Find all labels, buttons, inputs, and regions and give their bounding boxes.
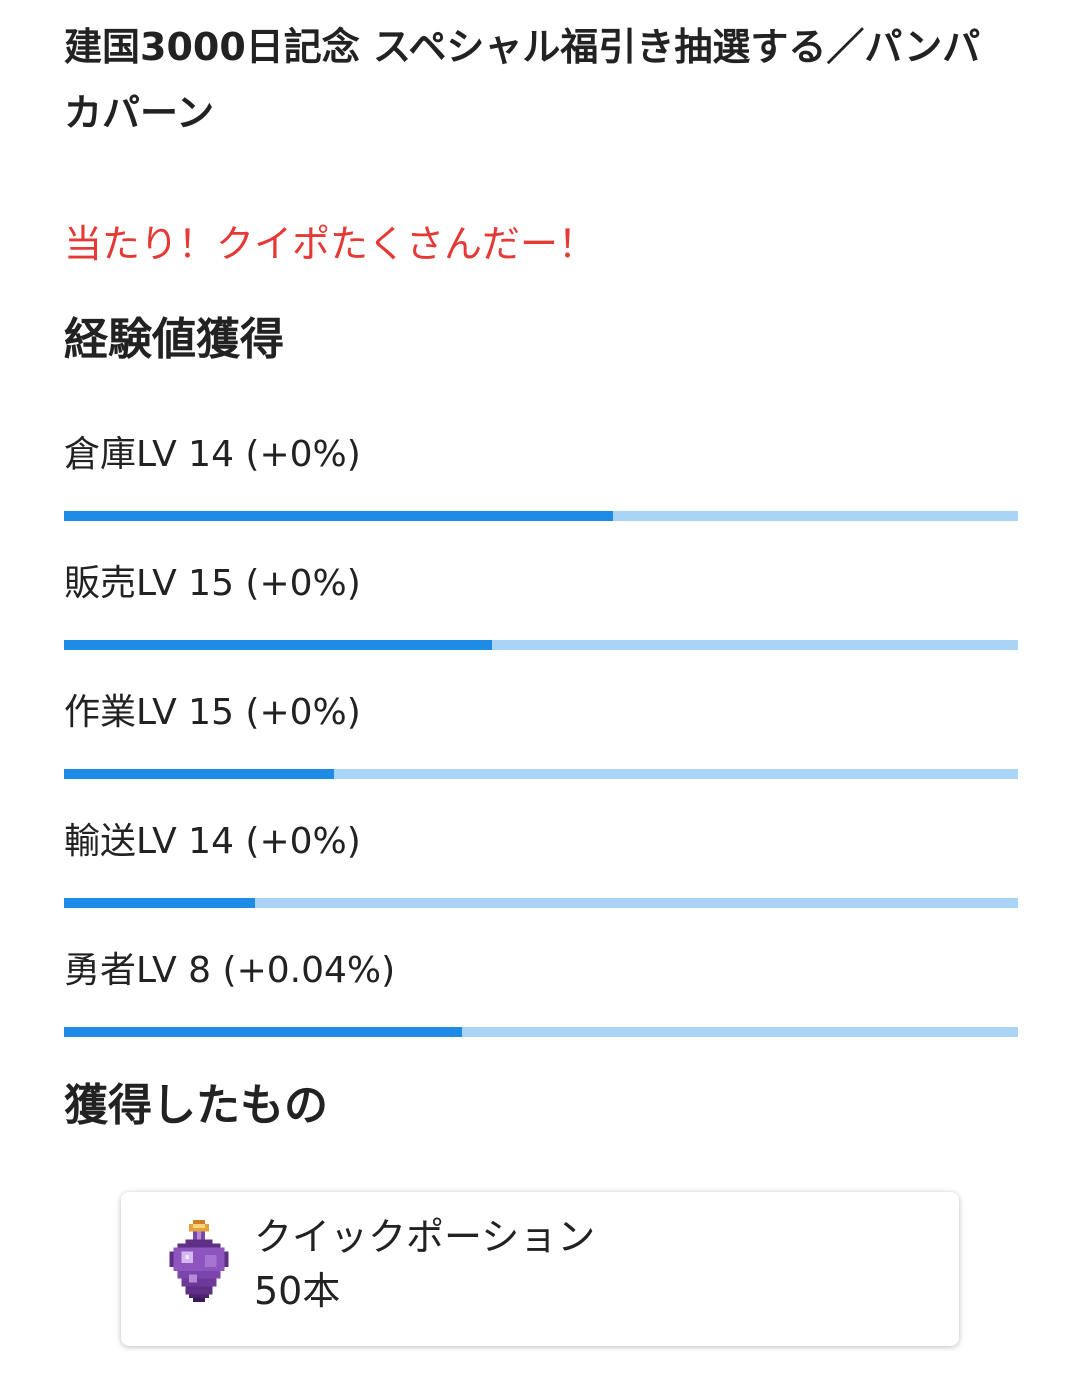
level-label: 作業LV 15 (+0%) bbox=[64, 692, 361, 733]
level-row-transport: 輸送LV 14 (+0%) bbox=[64, 817, 1018, 927]
level-progress-track bbox=[64, 898, 1018, 908]
level-progress-fill bbox=[64, 1027, 462, 1037]
item-quantity: 50本 bbox=[254, 1269, 341, 1313]
level-label: 販売LV 15 (+0%) bbox=[64, 563, 361, 604]
level-progress-fill bbox=[64, 898, 255, 908]
rewards-heading: 獲得したもの bbox=[64, 1080, 328, 1131]
level-label: 勇者LV 8 (+0.04%) bbox=[64, 950, 396, 991]
level-progress-track bbox=[64, 640, 1018, 650]
level-progress-fill bbox=[64, 640, 493, 650]
experience-heading: 経験値獲得 bbox=[64, 314, 284, 365]
level-progress-fill bbox=[64, 511, 613, 521]
item-name: クイックポーション bbox=[254, 1215, 596, 1259]
level-row-hero: 勇者LV 8 (+0.04%) bbox=[64, 946, 1018, 1056]
level-row-sales: 販売LV 15 (+0%) bbox=[64, 559, 1018, 669]
purple-potion-icon bbox=[169, 1220, 229, 1303]
level-label: 倉庫LV 14 (+0%) bbox=[64, 434, 361, 475]
level-progress-fill bbox=[64, 769, 334, 779]
level-progress-track bbox=[64, 511, 1018, 521]
level-progress-track bbox=[64, 769, 1018, 779]
level-row-warehouse: 倉庫LV 14 (+0%) bbox=[64, 430, 1018, 540]
level-progress-track bbox=[64, 1027, 1018, 1037]
level-row-work: 作業LV 15 (+0%) bbox=[64, 688, 1018, 798]
level-label: 輸送LV 14 (+0%) bbox=[64, 821, 361, 862]
reward-item-card[interactable]: クイックポーション 50本 bbox=[121, 1192, 959, 1346]
lottery-result-message: 当たり！クイポたくさんだー！ bbox=[64, 222, 597, 266]
event-title: 建国3000日記念 スペシャル福引き抽選する／パンパカパーン bbox=[64, 25, 981, 135]
